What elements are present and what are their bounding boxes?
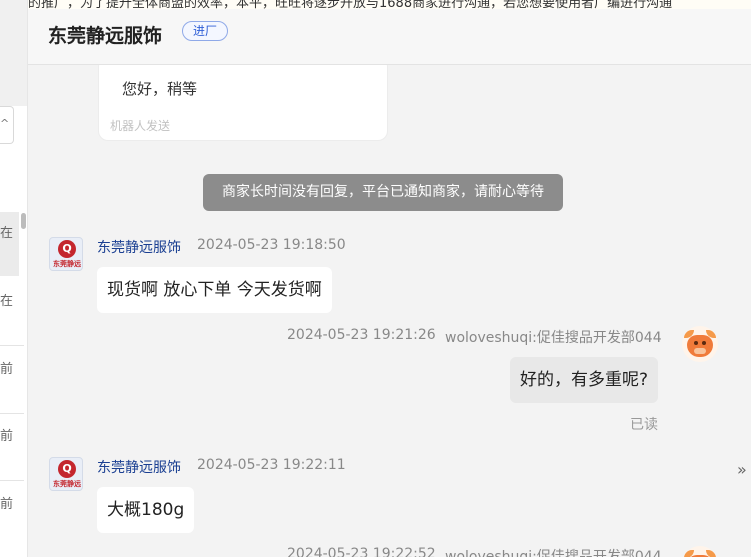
message-timestamp: 2024-05-23 19:22:52	[287, 546, 436, 557]
conversation-item-fragment: 前	[0, 429, 14, 444]
conversation-item-fragment: 在	[0, 226, 14, 241]
conversation-item-fragment: 前	[0, 362, 14, 377]
conversation-list-header	[0, 0, 27, 106]
shop-logo-text: 东莞静远	[53, 480, 81, 488]
collapse-button[interactable]: ^	[0, 106, 14, 144]
bot-message-card: 您好，稍等 机器人发送	[98, 65, 388, 141]
double-chevron-right-icon[interactable]: »	[737, 460, 747, 479]
user-avatar[interactable]	[682, 546, 718, 557]
chat-header: 东莞静远服饰 进厂	[28, 9, 751, 65]
factory-badge: 进厂	[182, 21, 229, 41]
message-sender: 东莞静远服饰	[97, 240, 181, 256]
message-timestamp: 2024-05-23 19:18:50	[197, 237, 346, 253]
notice-text: 的推广，为了提升全体商盟的效率，本平，旺旺将逐步开放与1688商家进行沟通，若您…	[28, 0, 673, 9]
system-notice: 商家长时间没有回复，平台已通知商家，请耐心等待	[203, 174, 563, 211]
user-avatar[interactable]	[682, 326, 718, 362]
divider	[0, 480, 24, 481]
shop-avatar[interactable]: Q 东莞静远	[49, 457, 83, 491]
message-sender: woloveshuqi:促佳搜品开发部044	[445, 549, 662, 557]
divider	[0, 345, 24, 346]
message-timestamp: 2024-05-23 19:22:11	[197, 457, 346, 473]
message-bubble[interactable]: 好的，有多重呢?	[510, 357, 659, 403]
bot-message-text: 您好，稍等	[122, 80, 198, 98]
bot-message-label: 机器人发送	[110, 119, 171, 133]
message-sender: 东莞静远服饰	[97, 460, 181, 476]
conversation-list-edge: ^ 在 在 前 前 前	[0, 0, 28, 557]
divider	[0, 413, 24, 414]
message-bubble[interactable]: 大概180g	[97, 487, 195, 533]
read-status: 已读	[630, 417, 658, 433]
shop-name[interactable]: 东莞静远服饰	[48, 21, 162, 48]
shop-logo-icon: Q	[58, 240, 76, 258]
message-timestamp: 2024-05-23 19:21:26	[287, 327, 436, 343]
shop-logo-icon: Q	[58, 460, 76, 478]
message-sender: woloveshuqi:促佳搜品开发部044	[445, 330, 662, 346]
chevron-up-icon: ^	[0, 117, 10, 130]
shop-logo-text: 东莞静远	[53, 260, 81, 268]
chat-message-area[interactable]: 您好，稍等 机器人发送 商家长时间没有回复，平台已通知商家，请耐心等待 Q 东莞…	[28, 65, 751, 557]
conversation-list-scrollbar[interactable]	[21, 213, 26, 229]
message-bubble[interactable]: 现货啊 放心下单 今天发货啊	[97, 267, 332, 313]
conversation-item-fragment: 前	[0, 497, 14, 512]
notice-banner: 的推广，为了提升全体商盟的效率，本平，旺旺将逐步开放与1688商家进行沟通，若您…	[28, 0, 751, 9]
shop-avatar[interactable]: Q 东莞静远	[49, 237, 83, 271]
conversation-item-fragment: 在	[0, 294, 14, 309]
